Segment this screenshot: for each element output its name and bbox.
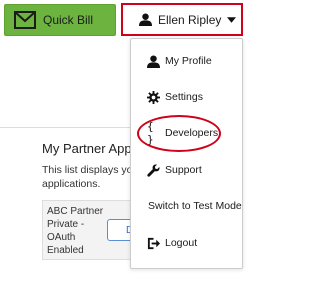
partner-app-name: ABC Partner Private - OAuth Enabled <box>47 206 104 256</box>
gear-icon <box>147 90 160 104</box>
menu-item-label: Switch to Test Mode <box>148 200 242 212</box>
user-dropdown-menu: My Profile Settings { } Developers Suppo… <box>130 38 243 269</box>
menu-item-label: Logout <box>165 237 198 249</box>
menu-item-support[interactable]: Support <box>131 156 242 184</box>
menu-item-my-profile[interactable]: My Profile <box>131 47 242 75</box>
person-icon <box>139 13 152 26</box>
menu-item-label: Support <box>165 164 202 176</box>
quick-bill-label: Quick Bill <box>43 13 94 27</box>
menu-item-settings[interactable]: Settings <box>131 83 242 111</box>
wrench-icon <box>147 163 160 177</box>
section-divider <box>0 127 132 128</box>
quick-bill-button[interactable]: Quick Bill <box>4 4 116 36</box>
menu-item-logout[interactable]: Logout <box>131 229 242 257</box>
menu-item-label: My Profile <box>165 55 212 67</box>
menu-item-switch-test-mode[interactable]: Switch to Test Mode <box>131 192 242 220</box>
user-name: Ellen Ripley <box>158 12 222 27</box>
top-bar: Quick Bill Ellen Ripley <box>0 0 248 40</box>
developers-highlight-circle <box>137 115 221 152</box>
logout-icon <box>147 237 160 250</box>
menu-item-label: Settings <box>165 91 203 103</box>
chevron-down-icon <box>227 16 237 23</box>
person-icon <box>147 54 160 68</box>
user-menu-button[interactable]: Ellen Ripley <box>121 3 243 36</box>
envelope-icon <box>14 11 36 29</box>
